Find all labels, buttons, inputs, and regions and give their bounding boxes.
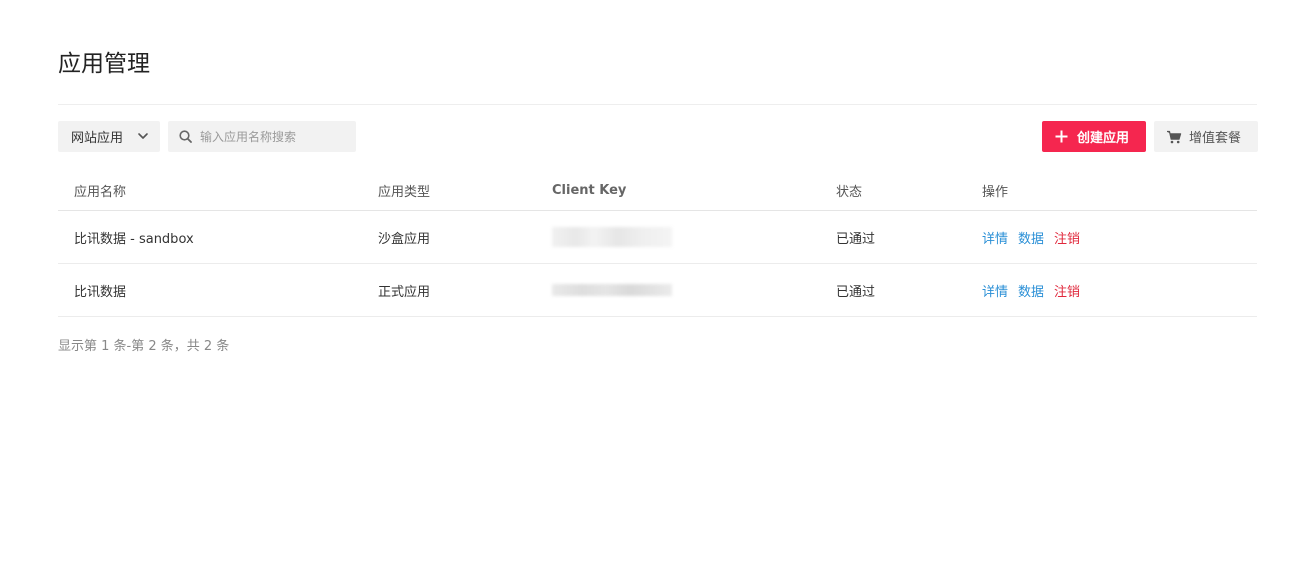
table-row: 比讯数据 正式应用 已通过 详情 数据 注销	[58, 264, 1257, 317]
table-header: 应用名称 应用类型 Client Key 状态 操作	[58, 171, 1257, 211]
header-operations: 操作	[982, 185, 1009, 200]
operations-cell: 详情 数据 注销	[982, 211, 1090, 263]
client-key-cell	[552, 211, 672, 263]
create-app-label: 创建应用	[1077, 131, 1130, 146]
app-name-cell: 比讯数据	[74, 284, 127, 300]
header-app-name: 应用名称	[74, 185, 127, 200]
status-cell: 已通过	[836, 284, 876, 300]
app-type-select-value: 网站应用	[71, 131, 124, 146]
table-row: 比讯数据 - sandbox 沙盒应用 已通过 详情 数据 注销	[58, 211, 1257, 264]
title-divider	[58, 104, 1257, 105]
app-type-select[interactable]: 网站应用	[58, 121, 160, 152]
search-box	[168, 121, 356, 152]
app-management-page: 应用管理 网站应用 创建应用 增值套餐 应用名称 应用类型	[0, 0, 1299, 565]
client-key-redacted	[552, 284, 672, 296]
client-key-redacted	[552, 227, 672, 247]
create-app-button[interactable]: 创建应用	[1042, 121, 1146, 152]
plus-icon	[1055, 130, 1068, 143]
data-link[interactable]: 数据	[1018, 281, 1044, 300]
value-added-package-label: 增值套餐	[1189, 131, 1242, 146]
search-input[interactable]	[200, 121, 350, 152]
header-app-type: 应用类型	[378, 185, 431, 200]
app-type-cell: 沙盒应用	[378, 231, 431, 247]
cancel-link[interactable]: 注销	[1054, 281, 1080, 300]
data-link[interactable]: 数据	[1018, 228, 1044, 247]
app-name-cell: 比讯数据 - sandbox	[74, 231, 194, 247]
page-title: 应用管理	[58, 51, 150, 78]
operations-cell: 详情 数据 注销	[982, 264, 1090, 316]
chevron-down-icon	[138, 133, 148, 139]
detail-link[interactable]: 详情	[982, 281, 1008, 300]
cancel-link[interactable]: 注销	[1054, 228, 1080, 247]
cart-icon	[1167, 130, 1182, 143]
detail-link[interactable]: 详情	[982, 228, 1008, 247]
apps-table: 应用名称 应用类型 Client Key 状态 操作 比讯数据 - sandbo…	[58, 171, 1257, 317]
search-icon	[179, 130, 192, 143]
header-status: 状态	[836, 185, 863, 200]
status-cell: 已通过	[836, 231, 876, 247]
value-added-package-button[interactable]: 增值套餐	[1154, 121, 1258, 152]
client-key-cell	[552, 264, 672, 316]
header-client-key: Client Key	[552, 183, 627, 198]
app-type-cell: 正式应用	[378, 284, 431, 300]
pagination-summary: 显示第 1 条-第 2 条，共 2 条	[58, 339, 230, 354]
